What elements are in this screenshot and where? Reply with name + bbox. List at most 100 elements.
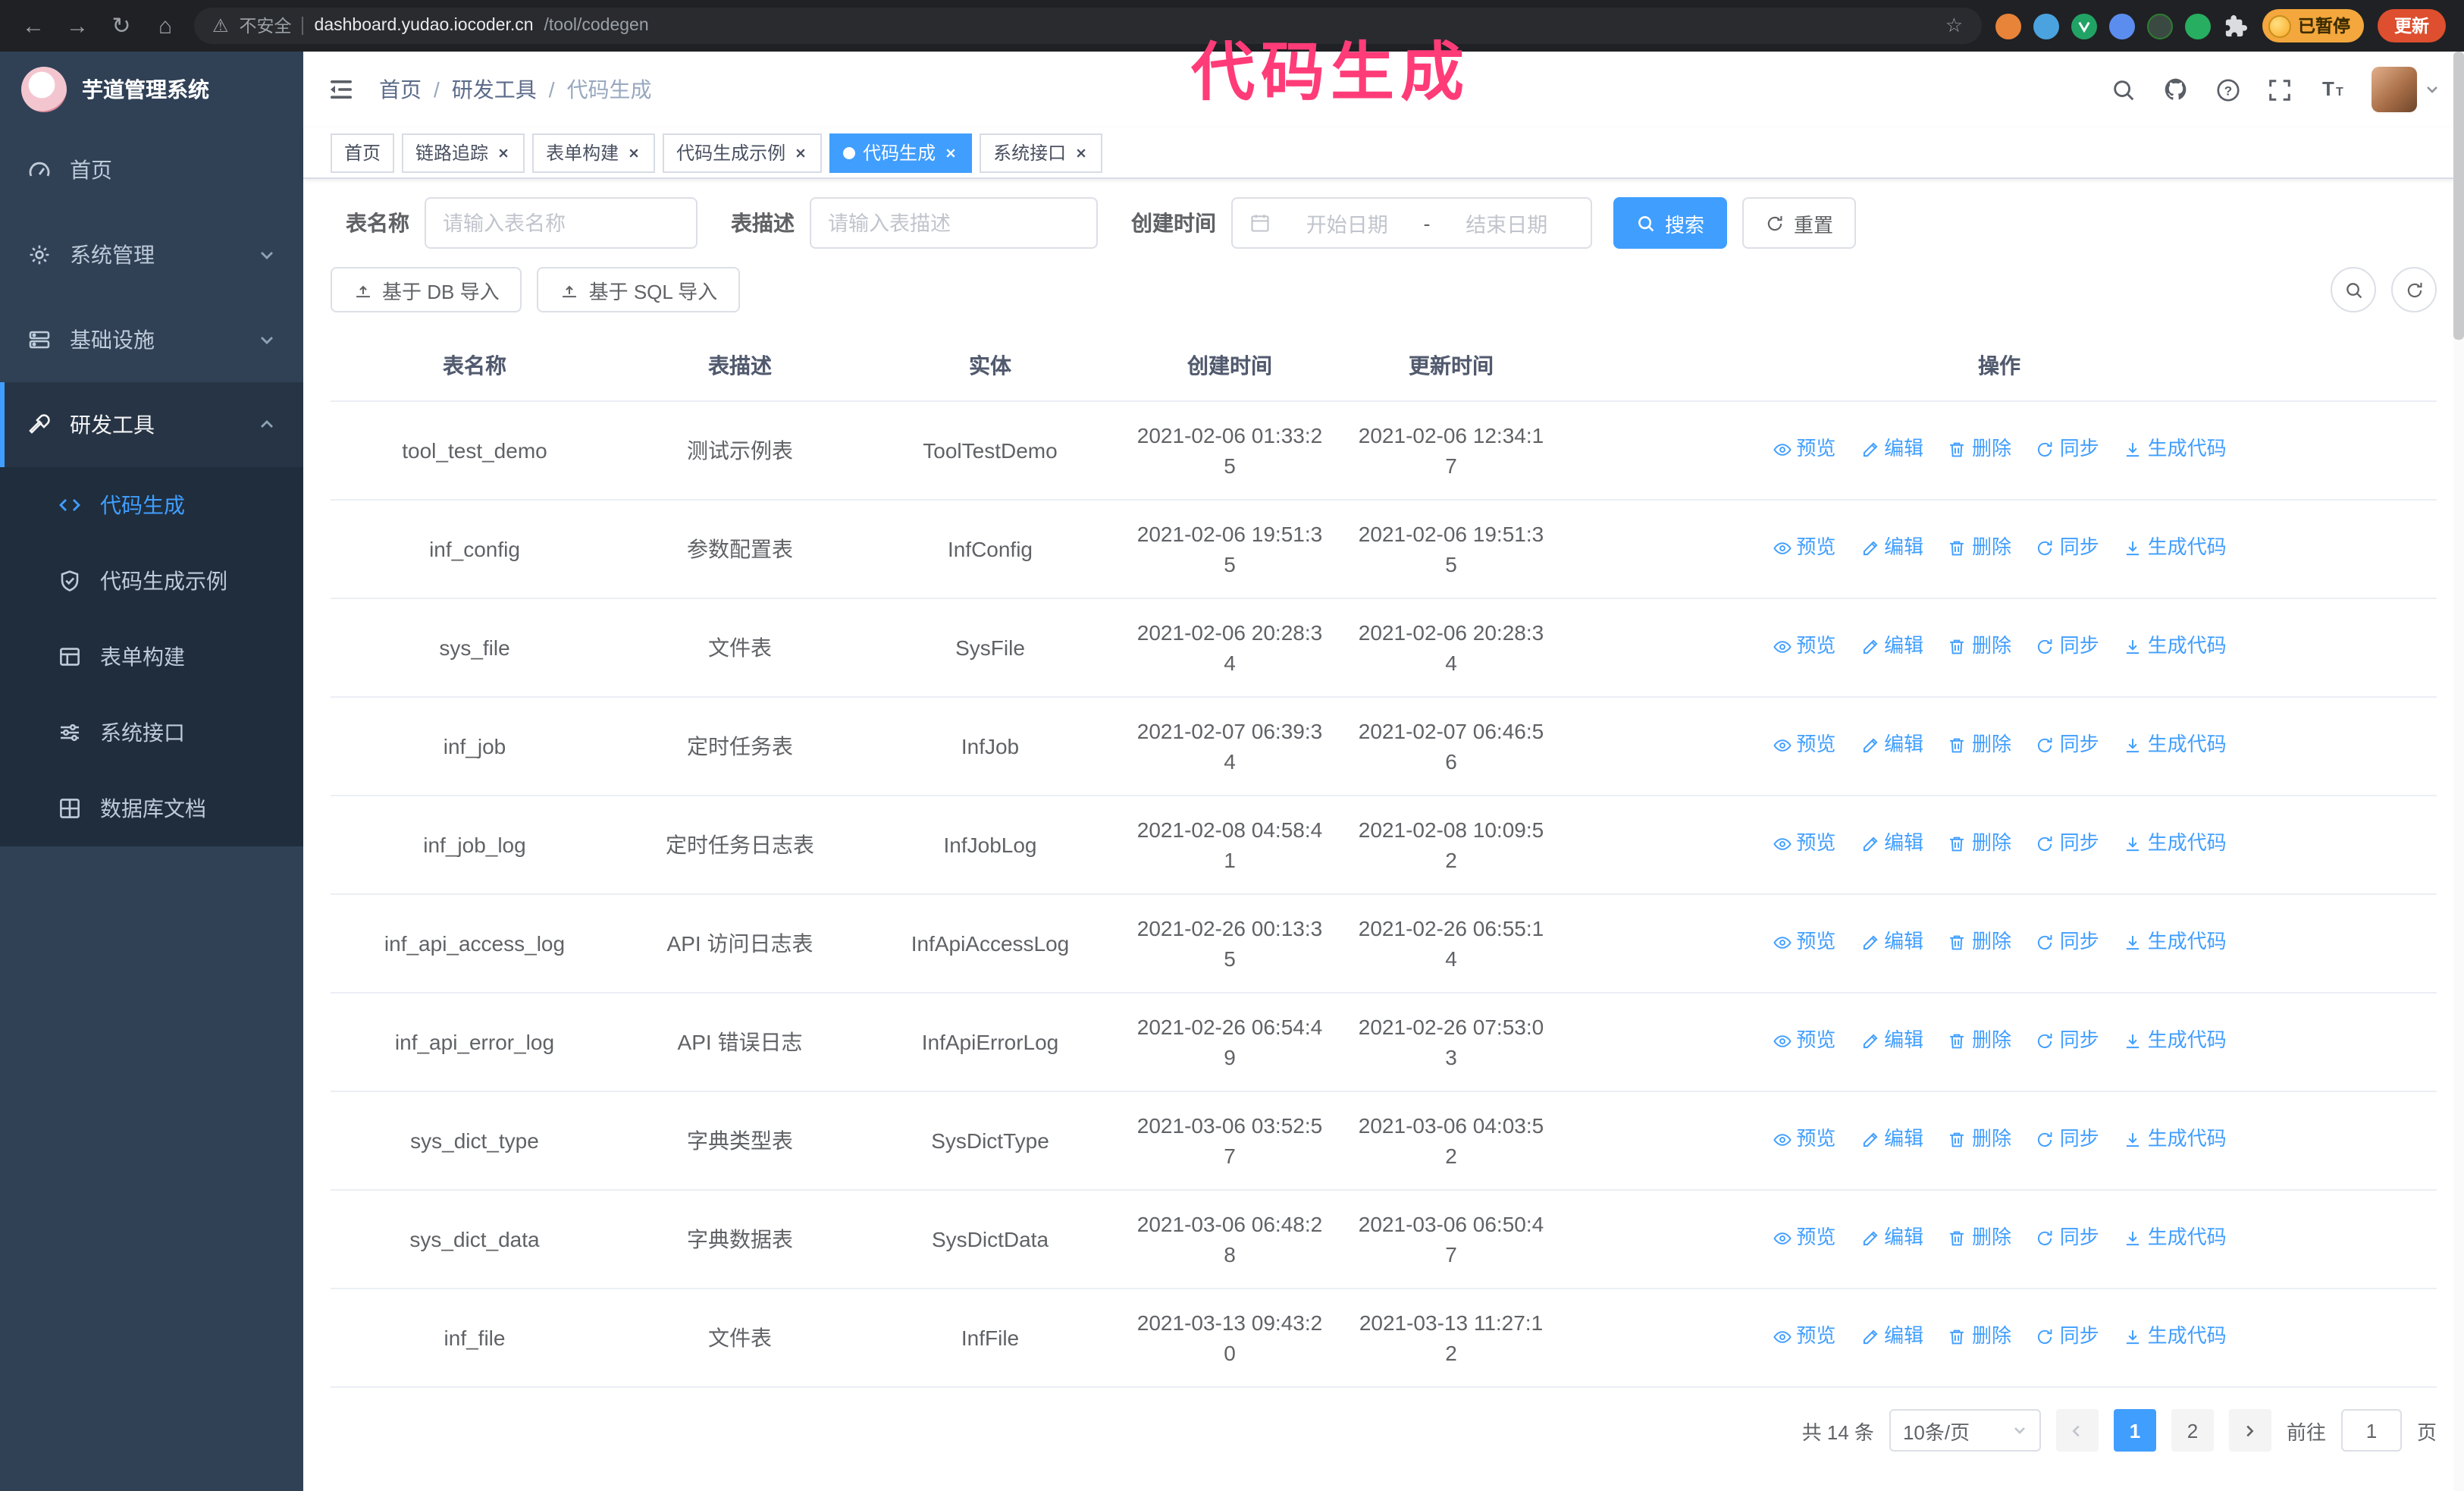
next-page-button[interactable] — [2228, 1409, 2271, 1452]
sidebar-item-db-doc[interactable]: 数据库文档 — [0, 771, 303, 846]
sidebar-item-system-api[interactable]: 系统接口 — [0, 695, 303, 771]
delete-action[interactable]: 删除 — [1948, 1125, 2011, 1155]
browser-back-icon[interactable]: ← — [18, 13, 49, 39]
delete-action[interactable]: 删除 — [1948, 1026, 2011, 1056]
tab-form-builder[interactable]: 表单构建 — [532, 133, 656, 172]
address-bar[interactable]: ⚠ 不安全 dashboard.yudao.iocoder.cn/tool/co… — [194, 8, 1981, 44]
refresh-table-button[interactable] — [2391, 267, 2437, 312]
tab-close-icon[interactable] — [496, 145, 511, 160]
help-icon[interactable]: ? — [2215, 77, 2241, 102]
extension-dark-icon[interactable] — [2146, 13, 2172, 39]
github-icon[interactable] — [2162, 76, 2190, 103]
tab-codegen[interactable]: 代码生成 — [829, 133, 973, 172]
prev-page-button[interactable] — [2055, 1409, 2099, 1452]
generate-code-action[interactable]: 生成代码 — [2124, 1322, 2227, 1352]
edit-action[interactable]: 编辑 — [1860, 1125, 1923, 1155]
delete-action[interactable]: 删除 — [1948, 1322, 2011, 1352]
preview-action[interactable]: 预览 — [1772, 1223, 1835, 1254]
extension-leaf-icon[interactable] — [2184, 13, 2210, 39]
table-desc-input[interactable] — [828, 212, 1080, 234]
sync-action[interactable]: 同步 — [2036, 632, 2099, 662]
goto-page-input[interactable] — [2340, 1409, 2402, 1452]
edit-action[interactable]: 编辑 — [1860, 533, 1923, 563]
user-avatar-menu[interactable] — [2372, 67, 2440, 112]
toggle-search-button[interactable] — [2331, 267, 2376, 312]
preview-action[interactable]: 预览 — [1772, 632, 1835, 662]
vue-devtools-icon[interactable] — [2071, 13, 2096, 39]
import-sql-button[interactable]: 基于 SQL 导入 — [537, 267, 741, 312]
reset-button[interactable]: 重置 — [1742, 197, 1857, 249]
tab-home[interactable]: 首页 — [331, 133, 395, 172]
edit-action[interactable]: 编辑 — [1860, 435, 1923, 465]
delete-action[interactable]: 删除 — [1948, 829, 2011, 859]
page-size-select[interactable]: 10条/页 — [1889, 1409, 2041, 1452]
edit-action[interactable]: 编辑 — [1860, 1322, 1923, 1352]
sync-action[interactable]: 同步 — [2036, 1223, 2099, 1254]
tab-close-icon[interactable] — [626, 145, 641, 160]
scrollbar-thumb[interactable] — [2453, 52, 2464, 340]
edit-action[interactable]: 编辑 — [1860, 1026, 1923, 1056]
preview-action[interactable]: 预览 — [1772, 829, 1835, 859]
search-button[interactable]: 搜索 — [1613, 197, 1728, 249]
edit-action[interactable]: 编辑 — [1860, 829, 1923, 859]
breadcrumb-home[interactable]: 首页 — [379, 74, 422, 105]
tab-close-icon[interactable] — [793, 145, 808, 160]
sync-action[interactable]: 同步 — [2036, 829, 2099, 859]
sync-action[interactable]: 同步 — [2036, 1026, 2099, 1056]
edit-action[interactable]: 编辑 — [1860, 1223, 1923, 1254]
tab-close-icon[interactable] — [1074, 145, 1089, 160]
page-button-2[interactable]: 2 — [2171, 1409, 2214, 1452]
sync-action[interactable]: 同步 — [2036, 730, 2099, 761]
generate-code-action[interactable]: 生成代码 — [2124, 533, 2227, 563]
edit-action[interactable]: 编辑 — [1860, 928, 1923, 958]
browser-update-button[interactable]: 更新 — [2378, 9, 2446, 42]
preview-action[interactable]: 预览 — [1772, 1125, 1835, 1155]
sync-action[interactable]: 同步 — [2036, 1125, 2099, 1155]
sync-action[interactable]: 同步 — [2036, 533, 2099, 563]
preview-action[interactable]: 预览 — [1772, 730, 1835, 761]
browser-reload-icon[interactable]: ↻ — [106, 12, 136, 39]
page-scrollbar[interactable] — [2453, 52, 2464, 1491]
generate-code-action[interactable]: 生成代码 — [2124, 928, 2227, 958]
preview-action[interactable]: 预览 — [1772, 928, 1835, 958]
browser-forward-icon[interactable]: → — [62, 13, 92, 39]
bookmark-star-icon[interactable]: ☆ — [1945, 14, 1963, 38]
extension-people-icon[interactable] — [2108, 13, 2134, 39]
generate-code-action[interactable]: 生成代码 — [2124, 829, 2227, 859]
tab-codegen-demo[interactable]: 代码生成示例 — [663, 133, 823, 172]
sidebar-item-codegen[interactable]: 代码生成 — [0, 467, 303, 543]
generate-code-action[interactable]: 生成代码 — [2124, 435, 2227, 465]
sidebar-collapse-button[interactable] — [328, 76, 355, 103]
tab-close-icon[interactable] — [943, 145, 958, 160]
extensions-puzzle-icon[interactable] — [2222, 13, 2248, 39]
generate-code-action[interactable]: 生成代码 — [2124, 730, 2227, 761]
preview-action[interactable]: 预览 — [1772, 1322, 1835, 1352]
sync-action[interactable]: 同步 — [2036, 928, 2099, 958]
generate-code-action[interactable]: 生成代码 — [2124, 1223, 2227, 1254]
font-size-icon[interactable]: TT — [2318, 76, 2346, 103]
table-name-input[interactable] — [443, 212, 679, 234]
generate-code-action[interactable]: 生成代码 — [2124, 1026, 2227, 1056]
delete-action[interactable]: 删除 — [1948, 435, 2011, 465]
sidebar-item-infra[interactable]: 基础设施 — [0, 297, 303, 382]
fullscreen-icon[interactable] — [2267, 77, 2293, 102]
sidebar-item-codegen-demo[interactable]: 代码生成示例 — [0, 543, 303, 619]
delete-action[interactable]: 删除 — [1948, 730, 2011, 761]
preview-action[interactable]: 预览 — [1772, 1026, 1835, 1056]
delete-action[interactable]: 删除 — [1948, 632, 2011, 662]
import-db-button[interactable]: 基于 DB 导入 — [331, 267, 522, 312]
tab-system-api[interactable]: 系统接口 — [980, 133, 1103, 172]
date-start-placeholder[interactable]: 开始日期 — [1280, 208, 1415, 238]
generate-code-action[interactable]: 生成代码 — [2124, 632, 2227, 662]
sidebar-item-form-builder[interactable]: 表单构建 — [0, 619, 303, 695]
sidebar-item-system[interactable]: 系统管理 — [0, 212, 303, 297]
browser-home-icon[interactable]: ⌂ — [150, 13, 180, 39]
preview-action[interactable]: 预览 — [1772, 435, 1835, 465]
sync-action[interactable]: 同步 — [2036, 1322, 2099, 1352]
sidebar-item-home[interactable]: 首页 — [0, 127, 303, 212]
tab-trace[interactable]: 链路追踪 — [402, 133, 525, 172]
page-button-1[interactable]: 1 — [2113, 1409, 2156, 1452]
generate-code-action[interactable]: 生成代码 — [2124, 1125, 2227, 1155]
preview-action[interactable]: 预览 — [1772, 533, 1835, 563]
delete-action[interactable]: 删除 — [1948, 928, 2011, 958]
